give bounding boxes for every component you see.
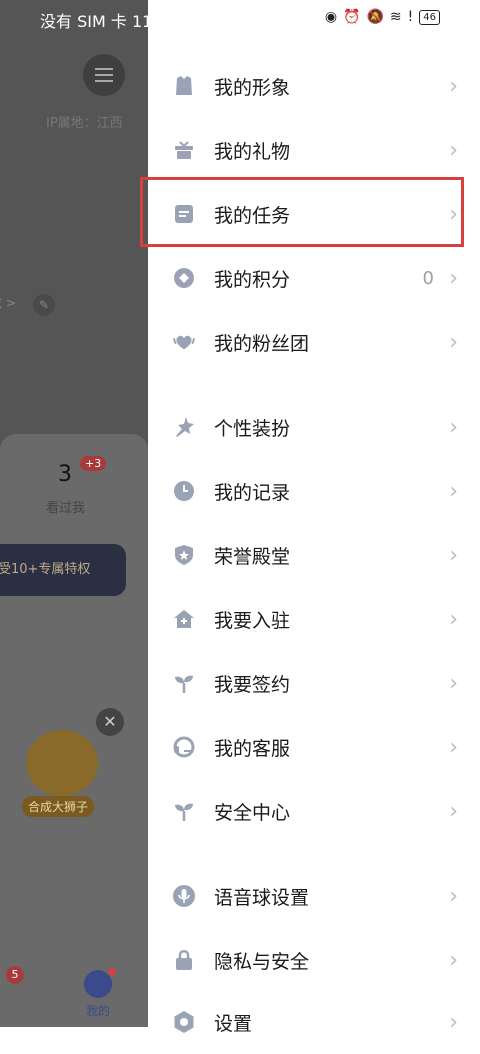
menu-item-label: 语音球设置 — [214, 886, 310, 909]
menu-item-my-image[interactable]: 我的形象 › — [148, 54, 480, 118]
status-bar: 没有 SIM 卡 11:27 ◉ ⏰ 🔕 ≋ ! 46 — [0, 0, 480, 38]
chevron-right-icon: › — [449, 329, 458, 355]
visitors-count: 3 — [58, 462, 72, 487]
nav-badge: 5 — [6, 966, 24, 984]
menu-item-voice-ball-settings[interactable]: 语音球设置 › — [148, 864, 480, 928]
menu-item-label: 设置 — [214, 1012, 253, 1035]
microphone-icon — [172, 884, 196, 908]
menu-item-sign[interactable]: 我要签约 › — [148, 651, 480, 715]
points-value: 0 — [422, 267, 434, 289]
nav-me-label[interactable]: 我的 — [86, 1002, 110, 1019]
status-carrier-time: 没有 SIM 卡 11:27 — [40, 12, 179, 31]
mute-icon: 🔕 — [366, 9, 384, 25]
menu-item-label: 个性装扮 — [214, 417, 291, 440]
lion-mascot-icon[interactable] — [26, 730, 98, 796]
menu-item-label: 我的记录 — [214, 481, 291, 504]
headset-icon — [172, 735, 196, 759]
chevron-right-icon: › — [449, 137, 458, 163]
menu-item-join[interactable]: 我要入驻 › — [148, 587, 480, 651]
battery-icon: 46 — [419, 9, 440, 25]
menu-item-settings[interactable]: 设置 › — [148, 990, 480, 1054]
clock-icon — [172, 479, 196, 503]
alarm-icon: ⏰ — [343, 9, 361, 25]
status-icons: ◉ ⏰ 🔕 ≋ ! 46 — [325, 9, 440, 25]
menu-item-records[interactable]: 我的记录 › — [148, 459, 480, 523]
visitors-label[interactable]: 看过我 — [46, 497, 85, 516]
eye-icon: ◉ — [324, 9, 338, 25]
background-page[interactable]: IP属地：江西 戉 > ✎ 3 +3 看过我 受10+专属特权 ✕ 合成大狮子 … — [0, 0, 148, 1027]
close-icon[interactable]: ✕ — [96, 708, 124, 736]
points-icon — [172, 266, 196, 290]
chevron-right-icon: › — [449, 606, 458, 632]
menu-item-label: 我的客服 — [214, 737, 291, 760]
lock-icon — [172, 948, 196, 972]
menu-item-customer-service[interactable]: 我的客服 › — [148, 715, 480, 779]
profile-card — [0, 434, 148, 1027]
edit-icon[interactable]: ✎ — [33, 294, 55, 316]
menu-item-dress-up[interactable]: 个性装扮 › — [148, 395, 480, 459]
menu-item-label: 我的粉丝团 — [214, 332, 310, 355]
menu-item-label: 我的礼物 — [214, 140, 291, 163]
menu-item-my-gifts[interactable]: 我的礼物 › — [148, 118, 480, 182]
lion-game-label[interactable]: 合成大狮子 — [22, 796, 95, 817]
chevron-right-icon: › — [449, 883, 458, 909]
menu-item-label: 荣誉殿堂 — [214, 545, 291, 568]
wifi-icon: ≋ — [389, 9, 402, 25]
settings-icon — [172, 1010, 196, 1034]
chevron-right-icon: › — [449, 414, 458, 440]
chevron-right-icon: › — [449, 798, 458, 824]
ip-location: IP属地：江西 — [46, 116, 123, 131]
fan-club-icon — [172, 330, 196, 354]
dress-up-icon — [172, 415, 196, 439]
honor-shield-icon — [172, 543, 196, 567]
home-add-icon — [172, 607, 196, 631]
vip-banner[interactable]: 受10+专属特权 — [0, 544, 126, 596]
sprout-security-icon — [172, 799, 196, 823]
menu-item-label: 隐私与安全 — [214, 950, 310, 973]
chevron-right-icon: › — [449, 542, 458, 568]
chevron-right-icon: › — [449, 73, 458, 99]
menu-item-honor-hall[interactable]: 荣誉殿堂 › — [148, 523, 480, 587]
chevron-right-icon: › — [449, 478, 458, 504]
menu-item-my-points[interactable]: 我的积分 0 › — [148, 246, 480, 310]
side-drawer: 我的形象 › 我的礼物 › 我的任务 › 我的积分 0 › 我的粉丝团 › 个性… — [148, 0, 480, 1035]
menu-item-label: 我的形象 — [214, 76, 291, 99]
visitors-new-badge: +3 — [80, 456, 107, 471]
nav-me-dot — [108, 968, 116, 976]
menu-item-privacy-security[interactable]: 隐私与安全 › — [148, 928, 480, 992]
alert-icon: ! — [407, 9, 414, 25]
profile-link[interactable]: 戉 > — [0, 294, 16, 311]
menu-item-label: 安全中心 — [214, 801, 291, 824]
sprout-icon — [172, 671, 196, 695]
menu-item-label: 我要签约 — [214, 673, 291, 696]
menu-item-fan-club[interactable]: 我的粉丝团 › — [148, 310, 480, 374]
chevron-right-icon: › — [449, 265, 458, 291]
chevron-right-icon: › — [449, 670, 458, 696]
menu-item-label: 我的积分 — [214, 268, 291, 291]
menu-item-security-center[interactable]: 安全中心 › — [148, 779, 480, 843]
menu-button[interactable] — [83, 54, 125, 96]
avatar-clothes-icon — [172, 74, 196, 98]
chevron-right-icon: › — [449, 734, 458, 760]
gift-icon — [172, 138, 196, 162]
chevron-right-icon: › — [449, 947, 458, 973]
highlight-box — [140, 177, 464, 247]
menu-item-label: 我要入驻 — [214, 609, 291, 632]
chevron-right-icon: › — [449, 1009, 458, 1035]
